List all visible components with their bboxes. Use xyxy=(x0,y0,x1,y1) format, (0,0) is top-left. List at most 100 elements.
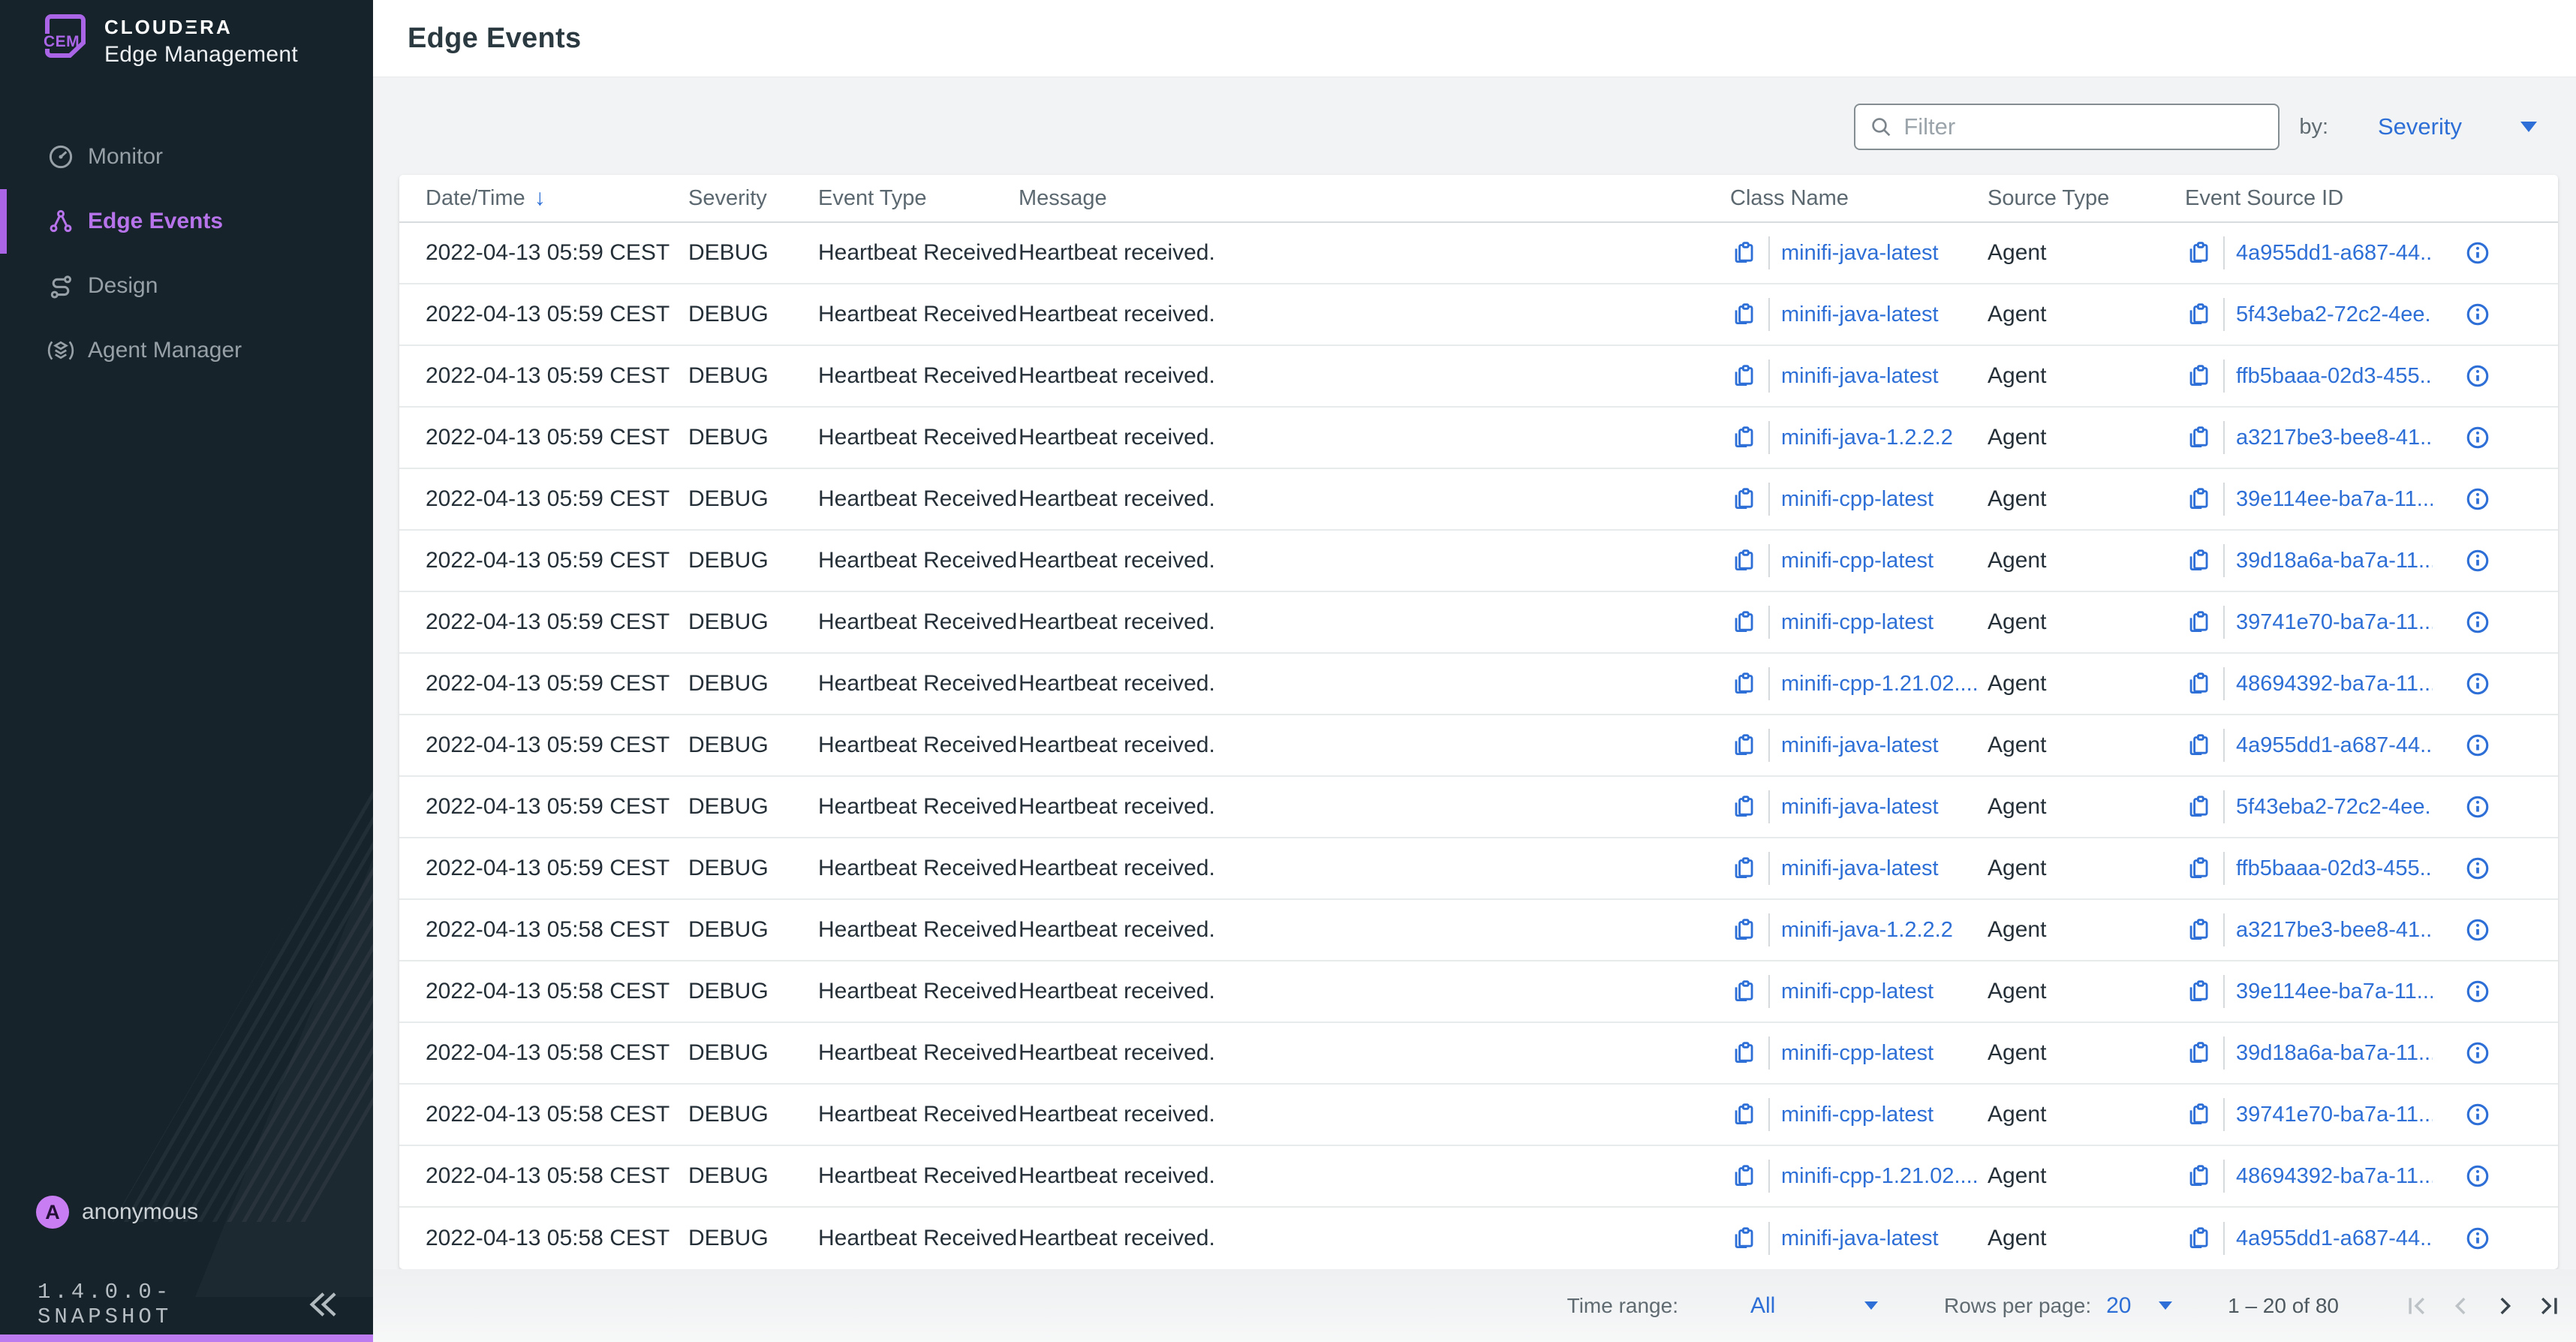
copy-event-source-id-button[interactable] xyxy=(2185,1101,2212,1128)
copy-class-name-button[interactable] xyxy=(1730,239,1757,266)
sidebar-item-design[interactable]: Design xyxy=(0,254,373,318)
copy-event-source-id-button[interactable] xyxy=(2185,978,2212,1005)
sidebar-item-edge-events[interactable]: Edge Events xyxy=(0,189,373,254)
copy-event-source-id-button[interactable] xyxy=(2185,239,2212,266)
event-details-button[interactable] xyxy=(2464,424,2491,451)
event-details-button[interactable] xyxy=(2464,239,2491,266)
event-source-id-link[interactable]: 4a955dd1-a687-44... xyxy=(2236,733,2433,758)
class-name-link[interactable]: minifi-java-latest xyxy=(1781,795,1939,820)
sort-desc-icon[interactable]: ↓ xyxy=(534,185,546,211)
class-name-link[interactable]: minifi-java-latest xyxy=(1781,364,1939,389)
class-name-link[interactable]: minifi-cpp-1.21.02.... xyxy=(1781,1164,1979,1189)
copy-class-name-button[interactable] xyxy=(1730,424,1757,451)
event-source-id-link[interactable]: 39e114ee-ba7a-11... xyxy=(2236,487,2433,512)
event-source-id-link[interactable]: 39d18a6a-ba7a-11... xyxy=(2236,1041,2433,1066)
class-name-link[interactable]: minifi-cpp-latest xyxy=(1781,979,1934,1004)
previous-page-button[interactable] xyxy=(2448,1293,2474,1319)
sidebar-collapse-button[interactable] xyxy=(305,1287,340,1322)
class-name-link[interactable]: minifi-cpp-latest xyxy=(1781,610,1934,635)
event-details-button[interactable] xyxy=(2464,793,2491,820)
copy-event-source-id-button[interactable] xyxy=(2185,670,2212,697)
event-details-button[interactable] xyxy=(2464,732,2491,759)
event-source-id-link[interactable]: 5f43eba2-72c2-4ee... xyxy=(2236,795,2433,820)
event-details-button[interactable] xyxy=(2464,1101,2491,1128)
sidebar-item-agent-manager[interactable]: Agent Manager xyxy=(0,318,373,383)
copy-class-name-button[interactable] xyxy=(1730,916,1757,943)
copy-class-name-button[interactable] xyxy=(1730,1040,1757,1067)
copy-event-source-id-button[interactable] xyxy=(2185,486,2212,513)
column-header-class-name[interactable]: Class Name xyxy=(1730,186,1988,211)
filter-input[interactable] xyxy=(1903,113,2266,140)
class-name-link[interactable]: minifi-java-latest xyxy=(1781,1226,1939,1251)
copy-class-name-button[interactable] xyxy=(1730,363,1757,390)
event-source-id-link[interactable]: 39d18a6a-ba7a-11... xyxy=(2236,549,2433,573)
event-source-id-link[interactable]: 5f43eba2-72c2-4ee... xyxy=(2236,302,2433,327)
event-source-id-link[interactable]: 39741e70-ba7a-11... xyxy=(2236,1103,2433,1127)
copy-event-source-id-button[interactable] xyxy=(2185,732,2212,759)
first-page-button[interactable] xyxy=(2405,1293,2430,1319)
copy-class-name-button[interactable] xyxy=(1730,793,1757,820)
event-source-id-link[interactable]: a3217be3-bee8-41... xyxy=(2236,426,2433,450)
next-page-button[interactable] xyxy=(2492,1293,2517,1319)
user-block[interactable]: A anonymous xyxy=(0,1196,373,1229)
event-source-id-link[interactable]: ffb5baaa-02d3-455... xyxy=(2236,364,2433,389)
copy-class-name-button[interactable] xyxy=(1730,609,1757,636)
event-source-id-link[interactable]: 4a955dd1-a687-44... xyxy=(2236,241,2433,266)
copy-event-source-id-button[interactable] xyxy=(2185,1225,2212,1252)
column-header-severity[interactable]: Severity xyxy=(688,186,818,211)
time-range-select[interactable]: All xyxy=(1750,1293,1878,1319)
copy-event-source-id-button[interactable] xyxy=(2185,1040,2212,1067)
copy-class-name-button[interactable] xyxy=(1730,1225,1757,1252)
copy-event-source-id-button[interactable] xyxy=(2185,1163,2212,1190)
event-source-id-link[interactable]: 4a955dd1-a687-44... xyxy=(2236,1226,2433,1251)
copy-event-source-id-button[interactable] xyxy=(2185,793,2212,820)
column-header-message[interactable]: Message xyxy=(1019,186,1730,211)
rows-per-page-select[interactable]: 20 xyxy=(2106,1293,2172,1319)
copy-class-name-button[interactable] xyxy=(1730,1163,1757,1190)
copy-event-source-id-button[interactable] xyxy=(2185,855,2212,882)
event-details-button[interactable] xyxy=(2464,978,2491,1005)
class-name-link[interactable]: minifi-cpp-latest xyxy=(1781,1041,1934,1066)
column-header-datetime[interactable]: Date/Time ↓ xyxy=(426,185,688,211)
event-source-id-link[interactable]: ffb5baaa-02d3-455... xyxy=(2236,856,2433,881)
copy-class-name-button[interactable] xyxy=(1730,547,1757,574)
copy-event-source-id-button[interactable] xyxy=(2185,916,2212,943)
event-source-id-link[interactable]: 48694392-ba7a-11... xyxy=(2236,1164,2433,1189)
app-logo[interactable]: CEM CLOUDΞRA Edge Management xyxy=(0,0,373,68)
copy-class-name-button[interactable] xyxy=(1730,978,1757,1005)
class-name-link[interactable]: minifi-java-latest xyxy=(1781,733,1939,758)
copy-class-name-button[interactable] xyxy=(1730,732,1757,759)
column-header-event-type[interactable]: Event Type xyxy=(818,186,1019,211)
copy-event-source-id-button[interactable] xyxy=(2185,363,2212,390)
class-name-link[interactable]: minifi-java-latest xyxy=(1781,241,1939,266)
class-name-link[interactable]: minifi-java-1.2.2.2 xyxy=(1781,918,1953,943)
column-header-source-type[interactable]: Source Type xyxy=(1988,186,2185,211)
column-header-event-source-id[interactable]: Event Source ID xyxy=(2185,186,2558,211)
filter-by-select[interactable]: Severity xyxy=(2378,113,2537,140)
event-details-button[interactable] xyxy=(2464,486,2491,513)
event-source-id-link[interactable]: 39e114ee-ba7a-11... xyxy=(2236,979,2433,1004)
class-name-link[interactable]: minifi-cpp-1.21.02.... xyxy=(1781,672,1979,697)
class-name-link[interactable]: minifi-java-1.2.2.2 xyxy=(1781,426,1953,450)
event-details-button[interactable] xyxy=(2464,855,2491,882)
event-source-id-link[interactable]: 39741e70-ba7a-11... xyxy=(2236,610,2433,635)
class-name-link[interactable]: minifi-cpp-latest xyxy=(1781,549,1934,573)
sidebar-item-monitor[interactable]: Monitor xyxy=(0,125,373,189)
class-name-link[interactable]: minifi-cpp-latest xyxy=(1781,1103,1934,1127)
class-name-link[interactable]: minifi-java-latest xyxy=(1781,856,1939,881)
class-name-link[interactable]: minifi-cpp-latest xyxy=(1781,487,1934,512)
event-details-button[interactable] xyxy=(2464,301,2491,328)
copy-class-name-button[interactable] xyxy=(1730,486,1757,513)
event-details-button[interactable] xyxy=(2464,609,2491,636)
copy-event-source-id-button[interactable] xyxy=(2185,424,2212,451)
event-details-button[interactable] xyxy=(2464,1040,2491,1067)
event-details-button[interactable] xyxy=(2464,916,2491,943)
event-details-button[interactable] xyxy=(2464,363,2491,390)
last-page-button[interactable] xyxy=(2535,1293,2561,1319)
copy-class-name-button[interactable] xyxy=(1730,1101,1757,1128)
copy-event-source-id-button[interactable] xyxy=(2185,301,2212,328)
copy-class-name-button[interactable] xyxy=(1730,301,1757,328)
event-details-button[interactable] xyxy=(2464,1163,2491,1190)
copy-class-name-button[interactable] xyxy=(1730,670,1757,697)
event-source-id-link[interactable]: a3217be3-bee8-41... xyxy=(2236,918,2433,943)
